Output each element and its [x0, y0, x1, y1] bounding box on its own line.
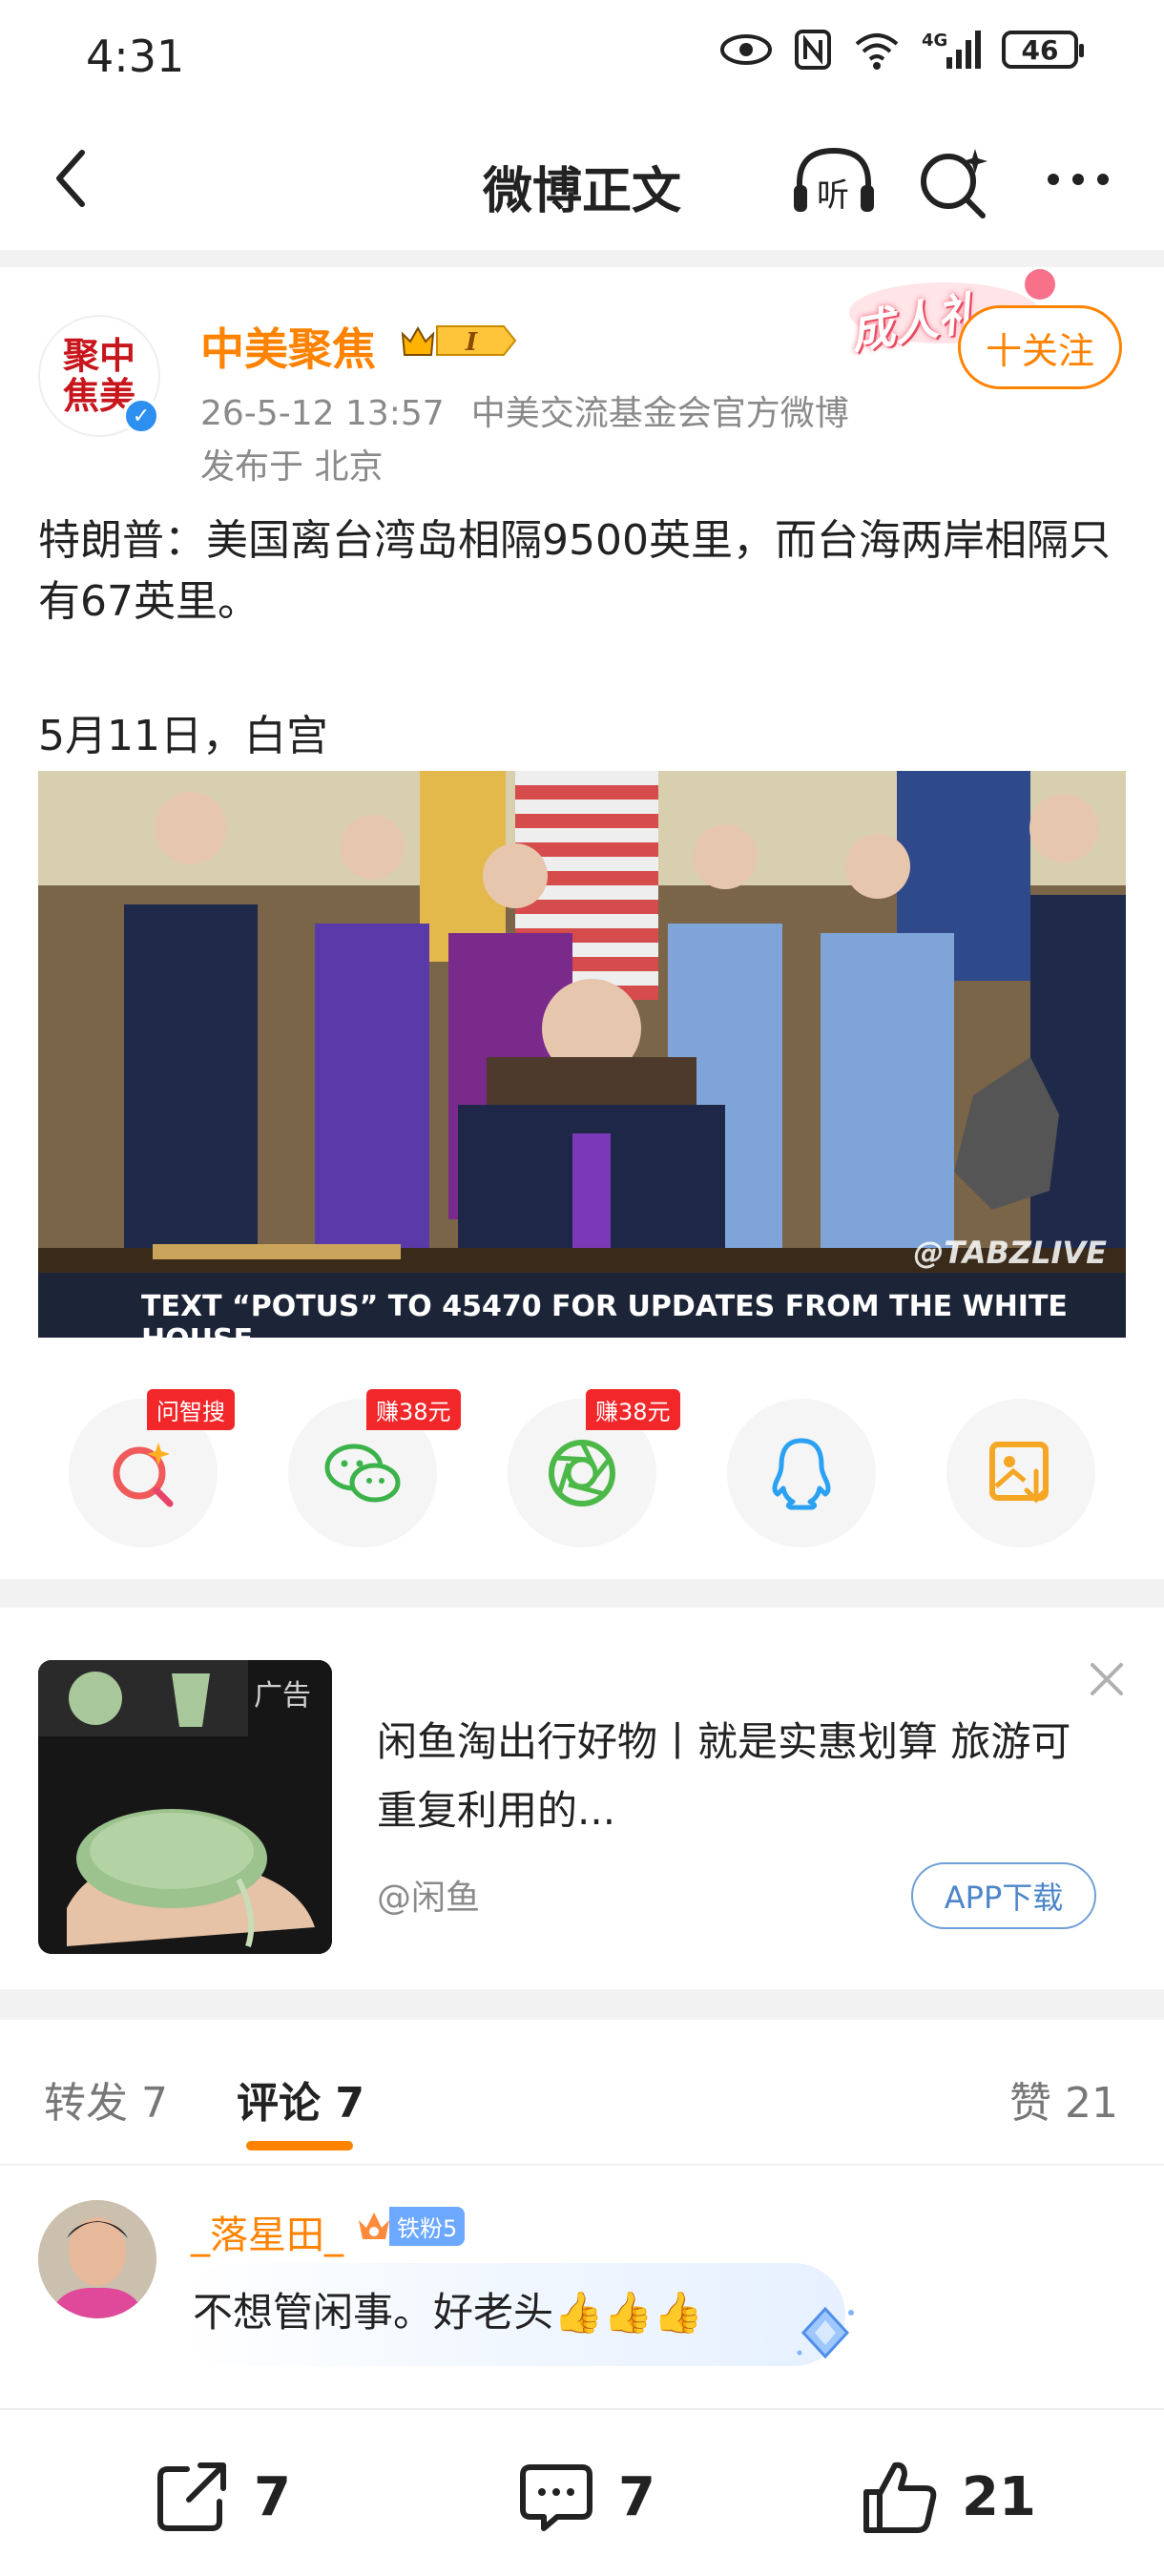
share-tag: 赚38元	[586, 1389, 680, 1430]
post-timestamp: 26-5-12 13:57	[200, 394, 445, 433]
wechat-icon	[324, 1444, 401, 1503]
ad-card[interactable]: 广告 闲鱼淘出行好物丨就是实惠划算 旅游可重复利用的... @闲鱼 APP下载	[0, 1612, 1164, 1989]
post-source: 中美交流基金会官方微博	[470, 394, 849, 433]
comment-text: 不想管闲事。好老头👍👍👍	[193, 2289, 703, 2336]
status-icons: 4G 46	[719, 29, 1084, 71]
photo-caption: TEXT “POTUS” TO 45470 FOR UPDATES FROM T…	[141, 1290, 1068, 1338]
commenter-name[interactable]: _落星田_	[191, 2204, 343, 2259]
like-button[interactable]: 21	[859, 2456, 1036, 2538]
share-moments-button[interactable]: 赚38元	[508, 1389, 680, 1548]
qq-penguin-icon	[772, 1438, 831, 1510]
photo-watermark: @TABZLIVE	[913, 1235, 1107, 1271]
vip-crown-badge-icon[interactable]: I	[399, 319, 517, 363]
status-time: 4:31	[86, 31, 185, 82]
share-wechat-button[interactable]: 赚38元	[288, 1389, 461, 1548]
divider	[0, 1579, 1164, 1608]
save-image-icon	[989, 1442, 1049, 1504]
repost-share-icon	[157, 2462, 226, 2531]
fan-crown-icon	[359, 2212, 389, 2239]
nfc-icon	[795, 30, 831, 70]
share-tag: 赚38元	[366, 1389, 461, 1430]
tab-comment[interactable]: 评论 7	[237, 2068, 364, 2129]
verified-check-icon: ✓	[122, 397, 160, 435]
vip-level: I	[465, 328, 478, 357]
divider	[0, 1989, 1164, 2020]
ad-source: @闲鱼	[377, 1879, 481, 1918]
post-text: 特朗普：美国离台湾岛相隔9500英里，而台海两岸相隔只有67英里。	[38, 516, 1111, 626]
share-qq-button[interactable]	[727, 1399, 876, 1548]
post-photo[interactable]: TEXT “POTUS” TO 45470 FOR UPDATES FROM T…	[38, 771, 1126, 1338]
post-meta: 26-5-12 13:57 中美交流基金会官方微博	[200, 385, 849, 435]
more-dots-icon[interactable]	[1040, 151, 1116, 208]
post-subtext: 5月11日，白宫	[38, 712, 328, 760]
comment-button[interactable]: 7	[515, 2456, 655, 2538]
ask-search-icon	[113, 1443, 174, 1507]
close-icon[interactable]	[1083, 1655, 1131, 1703]
comment-bubble-icon	[520, 2464, 592, 2531]
like-count: 21	[962, 2465, 1036, 2528]
share-tag: 问智搜	[147, 1389, 235, 1430]
share-row: 问智搜 赚38元 赚38元	[0, 1389, 1164, 1555]
eye-icon	[720, 34, 772, 65]
wifi-icon	[855, 33, 899, 70]
signal-icon: 4G	[922, 31, 981, 69]
fan-level: 铁粉5	[389, 2206, 466, 2246]
ad-image[interactable]: 广告	[38, 1660, 332, 1954]
listen-headphones-icon[interactable]: 听	[790, 143, 878, 219]
commenter-avatar[interactable]	[38, 2200, 156, 2318]
ad-title[interactable]: 闲鱼淘出行好物丨就是实惠划算 旅游可重复利用的...	[377, 1708, 1102, 1845]
diamond-sparkle-icon	[797, 2306, 854, 2359]
tab-like[interactable]: 赞 21	[1009, 2068, 1118, 2129]
tab-repost[interactable]: 转发 7	[44, 2068, 168, 2129]
comment-item[interactable]: _落星田_ 铁粉5 不想管闲事。好老头👍👍👍	[0, 2185, 1164, 2376]
moments-aperture-icon	[549, 1440, 615, 1506]
battery-indicator: 46	[1002, 31, 1084, 69]
svg-text:听: 听	[817, 177, 849, 215]
repost-button[interactable]: 7	[151, 2456, 291, 2538]
svg-text:4G: 4G	[922, 31, 947, 51]
tab-active-indicator	[246, 2141, 353, 2150]
divider	[0, 250, 1164, 267]
bottom-action-bar: 7 7 21	[0, 2408, 1164, 2576]
app-download-button[interactable]: APP下载	[911, 1862, 1096, 1929]
ad-tag: 广告	[254, 1679, 311, 1713]
post-header: 聚中焦美 ✓ 中美聚焦 I 26-5-12 13:57 中美交流基金会官方微博 发…	[0, 267, 1164, 496]
author-name[interactable]: 中美聚焦	[200, 315, 376, 378]
thumbs-up-icon	[863, 2462, 937, 2533]
fan-badge: 铁粉5	[355, 2206, 466, 2246]
save-image-button[interactable]	[946, 1399, 1095, 1548]
search-sparkle-icon[interactable]	[916, 145, 992, 221]
repost-count: 7	[254, 2465, 291, 2528]
status-bar: 4:31 4G 46	[0, 0, 1164, 114]
commenter-avatar-image	[38, 2200, 156, 2318]
interaction-tabs: 转发 7 评论 7 赞 21	[0, 2023, 1164, 2166]
comment-count: 7	[618, 2465, 655, 2528]
post-location: 发布于 北京	[200, 447, 384, 487]
nav-bar: 微博正文 听	[0, 114, 1164, 248]
share-ask-search-button[interactable]: 问智搜	[69, 1389, 235, 1548]
follow-button[interactable]: 十关注	[958, 305, 1122, 389]
